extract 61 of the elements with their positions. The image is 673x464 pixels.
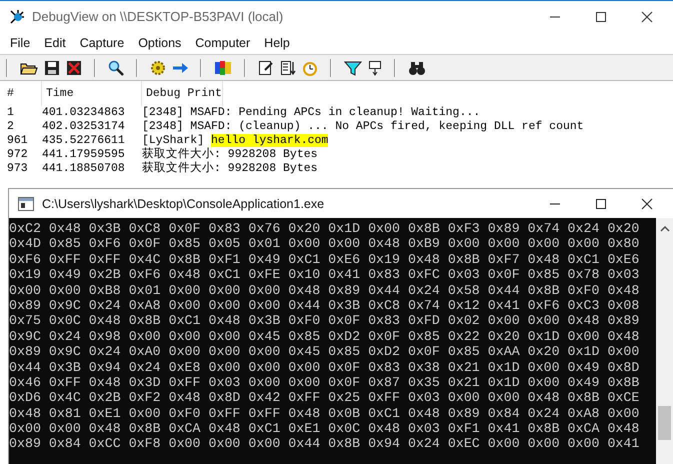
menu-item[interactable]: Computer [188, 36, 258, 50]
window-title: C:\Users\lyshark\Desktop\ConsoleApplication1.exe [42, 196, 324, 210]
binoculars-icon[interactable] [408, 60, 426, 76]
table-cell-text: 441.17959595 [42, 148, 126, 162]
console-output-line: 0x44 0x3B 0x94 0x24 0xE8 0x00 0x00 0x00 0x0F 0x83 0x38 0x21 0x1D 0x00 0x49 0x8D [9, 360, 640, 375]
table-cell-text: 402.03253174 [42, 120, 126, 134]
table-cell-text: 435.52276611 [42, 134, 126, 148]
search-icon[interactable] [108, 60, 124, 76]
menu-item[interactable]: Edit [37, 36, 73, 50]
save-icon[interactable] [44, 60, 60, 76]
scrollbar-thumb[interactable] [658, 406, 671, 440]
console-output-line: 0x46 0xFF 0x48 0x3D 0xFF 0x03 0x00 0x00 0x0F 0x87 0x35 0x21 0x1D 0x00 0x49 0x8B [9, 374, 640, 390]
column-header[interactable]: Time [42, 81, 142, 106]
menu-item[interactable]: File [3, 36, 38, 50]
table-cell: [2348] MSAFD: (cleanup) ... No APCs fired, keeping DLL ref count [142, 120, 584, 134]
console-output-line: 0x89 0x9C 0x24 0xA0 0x00 0x00 0x00 0x45 0x85 0xD2 0x0F 0x85 0xAA 0x20 0x1D 0x00 [9, 344, 640, 360]
table-cell-text: 获取文件大小: 9928208 Bytes [142, 148, 318, 162]
page-down-arrow-icon[interactable] [280, 60, 296, 76]
console-output-line: 0x89 0x9C 0x24 0xA8 0x00 0x00 0x00 0x44 0x3B 0xC8 0x74 0x12 0x41 0xF6 0xC3 0x08 [9, 298, 640, 314]
console-output-line: 0x75 0x0C 0x48 0x8B 0xC1 0x48 0x3B 0xF0 0x0F 0x83 0xFD 0x02 0x00 0x00 0x48 0x89 [9, 313, 640, 329]
window-title: DebugView on \\DESKTOP-B53PAVI (local) [32, 9, 284, 24]
alarm-clock-icon[interactable] [302, 60, 318, 76]
menu-item[interactable]: Capture [72, 36, 132, 50]
maximize-icon[interactable] [595, 10, 607, 22]
gear-icon[interactable] [150, 60, 166, 76]
console-output-line: 0xC2 0x48 0x3B 0xC8 0x0F 0x83 0x76 0x20 0x1D 0x00 0x8B 0xF3 0x89 0x74 0x24 0x20 [9, 221, 640, 236]
table-cell-text: 961 [7, 134, 29, 148]
table-cell-text: 441.18850708 [42, 162, 126, 176]
table-cell-text: 1 [7, 106, 15, 120]
maximize-icon[interactable] [595, 198, 607, 210]
note-pencil-icon[interactable] [258, 60, 274, 76]
table-cell-text: 973 [7, 162, 29, 176]
scrollbar[interactable] [656, 218, 673, 464]
menu-item[interactable]: Help [257, 36, 297, 50]
close-icon[interactable] [641, 10, 653, 22]
menu-item[interactable]: Options [131, 36, 188, 50]
console-output-line: 0x19 0x49 0x2B 0xF6 0x48 0xC1 0xFE 0x10 0x41 0x83 0xFC 0x03 0x0F 0x85 0x78 0x03 [9, 267, 640, 283]
console-window-icon [18, 196, 34, 210]
console-output-line: 0x9C 0x24 0x98 0x00 0x00 0x00 0x45 0x85 0xD2 0x0F 0x85 0x22 0x20 0x1D 0x00 0x48 [9, 328, 640, 344]
column-header[interactable]: # [7, 81, 42, 106]
console-output-line: 0x89 0x84 0xCC 0xF8 0x00 0x00 0x00 0x44 0x8B 0x94 0x24 0xEC 0x00 0x00 0x00 0x41 [9, 436, 640, 452]
funnel-icon[interactable] [344, 60, 362, 76]
list-down-arrow-icon[interactable] [368, 60, 382, 76]
column-header[interactable]: Debug Print [142, 81, 223, 106]
table-cell-text: 2 [7, 120, 15, 134]
console-output-line: 0x4D 0x85 0xF6 0x0F 0x85 0x05 0x01 0x00 0x00 0x48 0xB9 0x00 0x00 0x00 0x00 0x80 [9, 236, 640, 252]
bug-icon [9, 8, 25, 24]
clear-icon[interactable] [66, 60, 82, 76]
table-cell: 获取文件大小: 9928208 Bytes [142, 162, 318, 176]
console-output-line: 0x00 0x00 0x48 0x8B 0xCA 0x48 0xC1 0xE1 0x0C 0x48 0x03 0xF1 0x41 0x8B 0xCA 0x48 [9, 421, 640, 436]
table-cell-text: 401.03234863 [42, 106, 126, 120]
console-output-line: 0x48 0x81 0xE1 0x00 0xF0 0xFF 0xFF 0x48 0x0B 0xC1 0x48 0x89 0x84 0x24 0xA8 0x00 [9, 406, 640, 422]
table-cell-text: [LyShark] hello lyshark.com [142, 134, 328, 148]
console-output-line: 0xD6 0x4C 0x2B 0xF2 0x48 0x8D 0x42 0xFF 0x25 0xFF 0x03 0x00 0x00 0x48 0x8B 0xCE [9, 390, 640, 406]
console-output-line: 0xF6 0xFF 0xFF 0x4C 0x8B 0xF1 0x49 0xC1 0xE6 0x19 0x48 0x8B 0xF7 0x48 0xC1 0xE6 [9, 252, 640, 268]
table-cell-text: 972 [7, 148, 29, 162]
table-cell: [2348] MSAFD: Pending APCs in cleanup! Waiting... [142, 106, 480, 120]
arrow-right-icon[interactable] [172, 62, 188, 74]
console-output-line: 0x00 0x00 0xB8 0x01 0x00 0x00 0x00 0x48 0x89 0x44 0x24 0x58 0x44 0x8B 0xF0 0x48 [9, 282, 640, 298]
colored-blocks-icon[interactable] [214, 60, 232, 76]
close-icon[interactable] [641, 198, 653, 210]
